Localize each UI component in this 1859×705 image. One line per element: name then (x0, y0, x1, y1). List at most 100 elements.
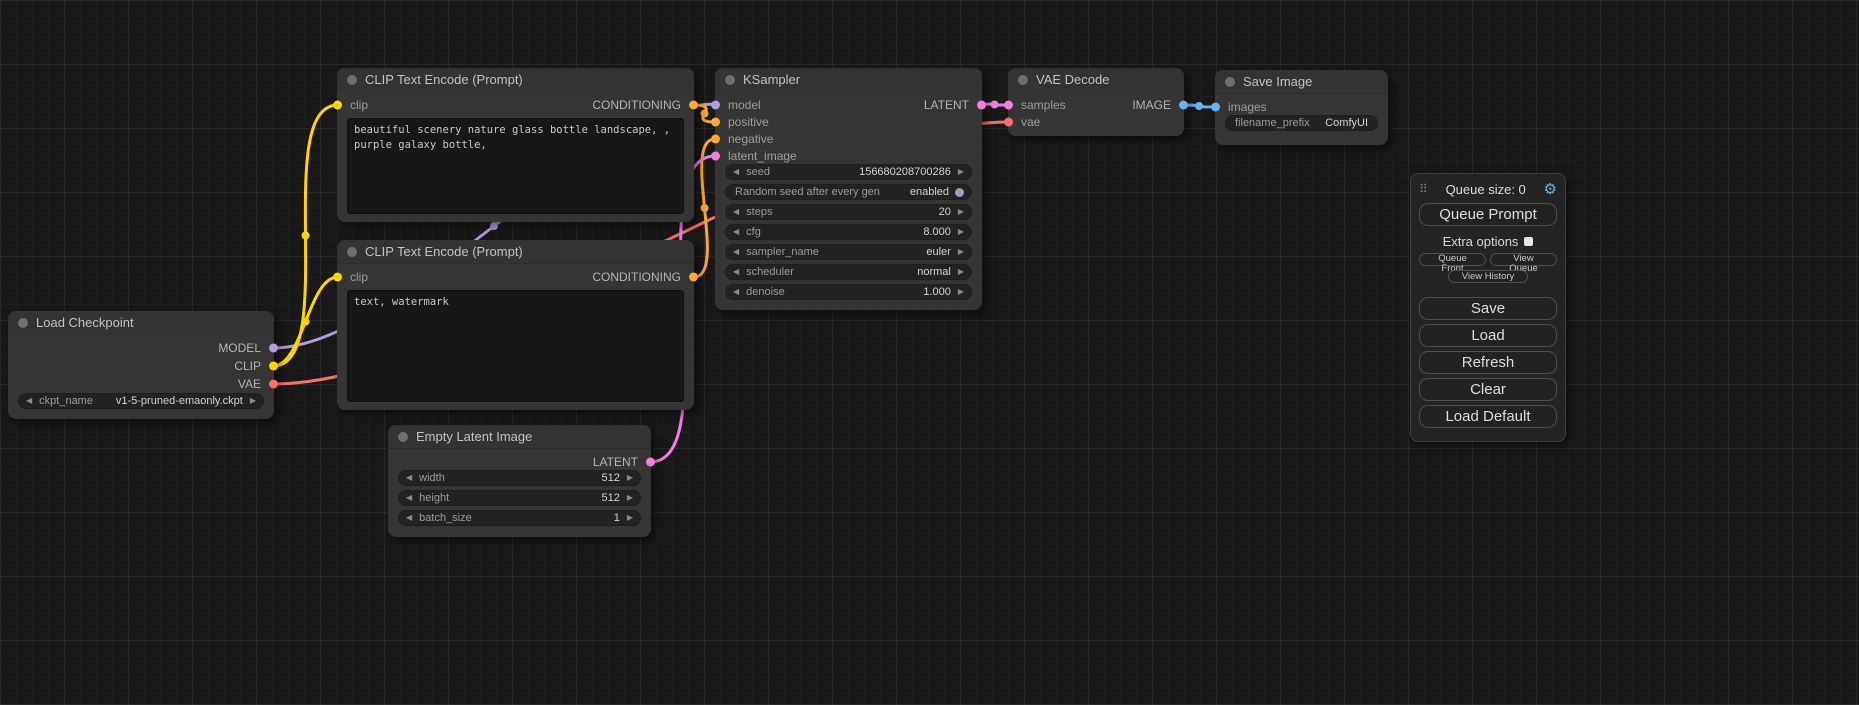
prev-option-icon[interactable]: ◀ (733, 248, 739, 256)
next-option-icon[interactable]: ▶ (958, 268, 964, 276)
save-image-node[interactable]: Save Image images filename_prefix ComfyU… (1215, 70, 1388, 145)
latent-output-port[interactable] (977, 100, 986, 109)
prev-option-icon[interactable]: ◀ (733, 268, 739, 276)
model-output-port[interactable] (269, 344, 278, 353)
slot-row: negative (715, 130, 982, 147)
scheduler-widget[interactable]: ◀ scheduler normal ▶ (725, 264, 972, 280)
collapse-dot-icon[interactable] (1018, 75, 1028, 85)
collapse-dot-icon[interactable] (347, 75, 357, 85)
denoise-widget[interactable]: ◀ denoise 1.000 ▶ (725, 284, 972, 300)
link-midpoint-dot (302, 318, 310, 326)
negative-prompt-textarea[interactable]: text, watermark (347, 290, 684, 402)
next-option-icon[interactable]: ▶ (250, 397, 256, 405)
input-label: clip (350, 270, 368, 284)
conditioning-output-port[interactable] (689, 272, 698, 281)
clip-input-port[interactable] (333, 100, 342, 109)
filename-prefix-widget[interactable]: filename_prefix ComfyUI (1225, 115, 1378, 131)
increment-icon[interactable]: ▶ (627, 494, 633, 502)
refresh-button[interactable]: Refresh (1419, 351, 1557, 374)
increment-icon[interactable]: ▶ (958, 208, 964, 216)
clip-output-port[interactable] (269, 362, 278, 371)
cfg-widget[interactable]: ◀ cfg 8.000 ▶ (725, 224, 972, 240)
collapse-dot-icon[interactable] (347, 247, 357, 257)
comfy-menu-panel[interactable]: ⠿ Queue size: 0 ⚙ Queue Prompt Extra opt… (1410, 173, 1566, 442)
increment-icon[interactable]: ▶ (958, 228, 964, 236)
ckpt-name-widget[interactable]: ◀ ckpt_name v1-5-pruned-emaonly.ckpt ▶ (18, 393, 264, 409)
queue-front-button[interactable]: Queue Front (1419, 253, 1486, 266)
next-option-icon[interactable]: ▶ (958, 248, 964, 256)
toggle-indicator-icon[interactable] (955, 188, 964, 197)
collapse-dot-icon[interactable] (18, 318, 28, 328)
node-title-bar[interactable]: Save Image (1215, 70, 1388, 94)
decrement-icon[interactable]: ◀ (733, 288, 739, 296)
view-history-button[interactable]: View History (1448, 270, 1528, 283)
empty-latent-image-node[interactable]: Empty Latent Image LATENT ◀ width 512 ▶ … (388, 425, 651, 537)
decrement-icon[interactable]: ◀ (406, 494, 412, 502)
steps-widget[interactable]: ◀ steps 20 ▶ (725, 204, 972, 220)
increment-icon[interactable]: ▶ (627, 474, 633, 482)
widget-label: width (419, 472, 601, 484)
node-title-bar[interactable]: Empty Latent Image (388, 425, 651, 449)
latent-output-port[interactable] (646, 457, 655, 466)
load-default-button[interactable]: Load Default (1419, 405, 1557, 428)
output-label: MODEL (218, 341, 261, 355)
load-checkpoint-node[interactable]: Load Checkpoint MODEL CLIP VAE ◀ ckpt_na… (8, 311, 274, 419)
node-title-bar[interactable]: CLIP Text Encode (Prompt) (337, 240, 694, 264)
slot-row: clip CONDITIONING (337, 96, 694, 113)
clip-input-port[interactable] (333, 272, 342, 281)
random-seed-toggle-widget[interactable]: Random seed after every gen enabled (725, 184, 972, 200)
decrement-icon[interactable]: ◀ (733, 228, 739, 236)
load-button[interactable]: Load (1419, 324, 1557, 347)
save-button[interactable]: Save (1419, 297, 1557, 320)
increment-icon[interactable]: ▶ (958, 168, 964, 176)
clear-button[interactable]: Clear (1419, 378, 1557, 401)
view-queue-button[interactable]: View Queue (1490, 253, 1557, 266)
vae-decode-node[interactable]: VAE Decode samples IMAGE vae (1008, 68, 1184, 136)
link-midpoint-dot (1195, 102, 1203, 110)
settings-gear-icon[interactable]: ⚙ (1544, 182, 1557, 197)
drag-handle-icon[interactable]: ⠿ (1419, 182, 1428, 196)
image-output-port[interactable] (1179, 100, 1188, 109)
clip-text-encode-positive-node[interactable]: CLIP Text Encode (Prompt) clip CONDITION… (337, 68, 694, 222)
queue-prompt-button[interactable]: Queue Prompt (1419, 203, 1557, 226)
decrement-icon[interactable]: ◀ (406, 474, 412, 482)
width-widget[interactable]: ◀ width 512 ▶ (398, 470, 641, 486)
images-input-port[interactable] (1211, 102, 1220, 111)
extra-options-checkbox[interactable] (1524, 237, 1533, 246)
collapse-dot-icon[interactable] (725, 75, 735, 85)
widget-value: 1.000 (923, 286, 951, 298)
node-title-bar[interactable]: CLIP Text Encode (Prompt) (337, 68, 694, 92)
clip-text-encode-negative-node[interactable]: CLIP Text Encode (Prompt) clip CONDITION… (337, 240, 694, 410)
slot-row: clip CONDITIONING (337, 268, 694, 285)
vae-input-port[interactable] (1004, 117, 1013, 126)
slot-row: MODEL (8, 339, 274, 357)
ksampler-node[interactable]: KSampler model LATENT positive negative … (715, 68, 982, 310)
widget-value: 512 (601, 492, 619, 504)
positive-input-port[interactable] (711, 117, 720, 126)
seed-widget[interactable]: ◀ seed 156680208700286 ▶ (725, 164, 972, 180)
positive-prompt-textarea[interactable]: beautiful scenery nature glass bottle la… (347, 118, 684, 214)
prev-option-icon[interactable]: ◀ (26, 397, 32, 405)
decrement-icon[interactable]: ◀ (733, 208, 739, 216)
increment-icon[interactable]: ▶ (627, 514, 633, 522)
queue-size-label: Queue size: 0 (1428, 182, 1544, 197)
decrement-icon[interactable]: ◀ (406, 514, 412, 522)
negative-input-port[interactable] (711, 134, 720, 143)
samples-input-port[interactable] (1004, 100, 1013, 109)
node-graph-canvas[interactable]: Load Checkpoint MODEL CLIP VAE ◀ ckpt_na… (0, 0, 1859, 705)
sampler-name-widget[interactable]: ◀ sampler_name euler ▶ (725, 244, 972, 260)
decrement-icon[interactable]: ◀ (733, 168, 739, 176)
increment-icon[interactable]: ▶ (958, 288, 964, 296)
height-widget[interactable]: ◀ height 512 ▶ (398, 490, 641, 506)
node-title-bar[interactable]: Load Checkpoint (8, 311, 274, 335)
latent-image-input-port[interactable] (711, 151, 720, 160)
node-title-bar[interactable]: VAE Decode (1008, 68, 1184, 92)
node-title-bar[interactable]: KSampler (715, 68, 982, 92)
model-input-port[interactable] (711, 100, 720, 109)
collapse-dot-icon[interactable] (398, 432, 408, 442)
collapse-dot-icon[interactable] (1225, 77, 1235, 87)
slot-row: vae (1008, 113, 1184, 130)
conditioning-output-port[interactable] (689, 100, 698, 109)
batch-size-widget[interactable]: ◀ batch_size 1 ▶ (398, 510, 641, 526)
vae-output-port[interactable] (269, 380, 278, 389)
